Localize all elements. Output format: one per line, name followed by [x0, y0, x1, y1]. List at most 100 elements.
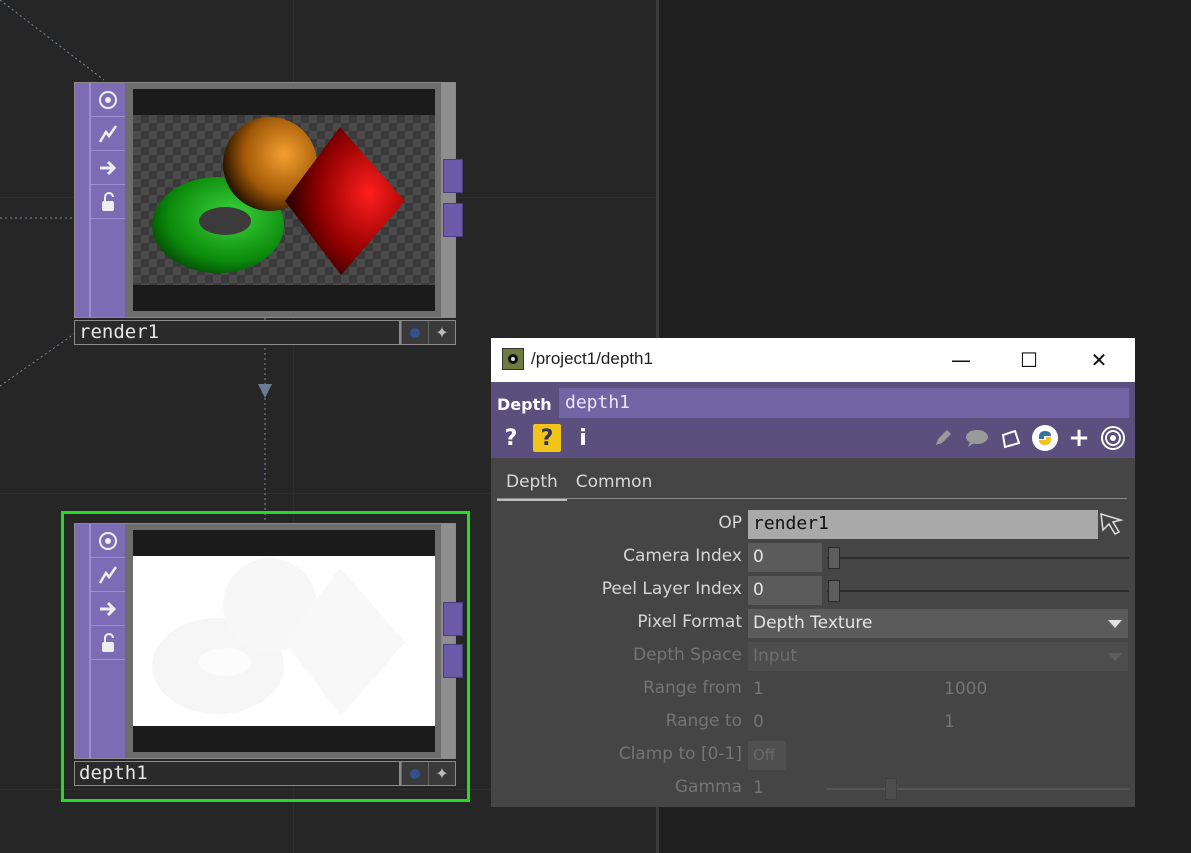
output-connector[interactable] [443, 203, 463, 237]
chevron-down-icon [1108, 620, 1122, 628]
param-label: Camera Index [623, 546, 742, 566]
minimize-icon: — [951, 348, 971, 372]
operator-header: Depth depth1 ? ? i + [491, 382, 1135, 458]
gamma-field[interactable]: 1 [748, 774, 822, 803]
slider-handle[interactable] [885, 778, 897, 800]
minimize-button[interactable]: — [927, 338, 995, 382]
node-buttons: ✦ [400, 761, 456, 786]
bypass-icon[interactable] [91, 558, 125, 592]
python-icon[interactable] [1031, 424, 1059, 452]
python-help-icon[interactable]: ? [533, 424, 561, 452]
render-preview [152, 117, 405, 275]
tab-depth[interactable]: Depth [497, 470, 567, 501]
node-dot-button[interactable] [401, 762, 428, 785]
cook-icon[interactable] [91, 151, 125, 185]
param-pixel-format: Pixel Format Depth Texture [491, 607, 1135, 638]
tab-common[interactable]: Common [567, 470, 662, 498]
param-depth-space: Depth Space Input [491, 640, 1135, 671]
circle-icon [410, 327, 420, 338]
node-name[interactable]: depth1 [74, 761, 400, 786]
dropdown-value: Depth Texture [753, 613, 873, 633]
param-label: Pixel Format [637, 612, 742, 632]
param-op: OP render1 [491, 508, 1135, 539]
node-flags [75, 524, 125, 758]
node-render1[interactable]: render1 ✦ [74, 82, 463, 348]
depth-space-dropdown[interactable]: Input [748, 642, 1128, 671]
target-icon[interactable] [1099, 424, 1127, 452]
camera-index-field[interactable]: 0 [748, 543, 822, 572]
edit-icon[interactable] [929, 424, 957, 452]
viewer-icon[interactable] [91, 524, 125, 558]
range-from-field-1[interactable]: 1 [748, 675, 928, 704]
maximize-icon: ☐ [1020, 348, 1038, 372]
param-clamp: Clamp to [0-1] Off [491, 739, 1135, 770]
param-range-from: Range from 1 1000 [491, 673, 1135, 703]
lock-icon[interactable] [91, 626, 125, 660]
param-range-to: Range to 0 1 [491, 706, 1135, 736]
camera-index-slider[interactable] [827, 557, 1129, 559]
range-to-field-2[interactable]: 1 [939, 708, 1119, 737]
window-titlebar[interactable]: /project1/depth1 — ☐ ✕ [491, 338, 1135, 382]
output-connector[interactable] [443, 159, 463, 193]
operator-name-field[interactable]: depth1 [559, 388, 1129, 418]
param-peel-layer-index: Peel Layer Index 0 [491, 574, 1135, 605]
info-icon[interactable]: i [569, 424, 597, 452]
node-frame [74, 523, 463, 759]
output-connector[interactable] [443, 644, 463, 678]
parameter-tabs: Depth Common [497, 470, 661, 501]
slider-handle[interactable] [828, 580, 840, 602]
chevron-down-icon [1108, 653, 1122, 661]
tab-divider [497, 498, 1127, 499]
viewer-icon[interactable] [91, 83, 125, 117]
slider-handle[interactable] [828, 547, 840, 569]
node-output-connectors [441, 83, 463, 317]
render1-viewer[interactable] [133, 89, 435, 311]
clamp-toggle[interactable]: Off [748, 741, 786, 770]
lock-icon[interactable] [91, 185, 125, 219]
cook-icon[interactable] [91, 592, 125, 626]
operator-right-icons: + [929, 423, 1127, 453]
node-dot-button[interactable] [401, 321, 428, 344]
node-buttons: ✦ [400, 320, 456, 345]
comment-icon[interactable] [963, 424, 991, 452]
pixel-format-dropdown[interactable]: Depth Texture [748, 609, 1128, 638]
depth1-viewer[interactable] [133, 530, 435, 752]
parameter-window: /project1/depth1 — ☐ ✕ Depth depth1 ? ? … [491, 338, 1135, 807]
close-button[interactable]: ✕ [1065, 338, 1133, 382]
drag-link-icon[interactable] [1099, 512, 1129, 536]
param-label: Peel Layer Index [601, 579, 742, 599]
range-to-field-1[interactable]: 0 [748, 708, 928, 737]
param-label: OP [718, 513, 742, 533]
maximize-button[interactable]: ☐ [995, 338, 1063, 382]
param-label: Range from [643, 678, 742, 698]
range-from-field-2[interactable]: 1000 [939, 675, 1119, 704]
node-depth1[interactable]: depth1 ✦ [74, 523, 463, 789]
op-field[interactable]: render1 [748, 510, 1098, 539]
dropdown-value: Input [753, 646, 798, 666]
param-label: Clamp to [0-1] [618, 744, 742, 764]
bypass-icon[interactable] [91, 117, 125, 151]
node-plus-button[interactable]: ✦ [428, 321, 455, 344]
help-icon[interactable]: ? [497, 424, 525, 452]
param-label: Gamma [674, 777, 742, 797]
node-flags [75, 83, 125, 317]
peel-layer-index-field[interactable]: 0 [748, 576, 822, 605]
wire-arrow-icon [258, 384, 272, 398]
peel-layer-slider[interactable] [827, 590, 1129, 592]
param-label: Range to [665, 711, 742, 731]
node-name[interactable]: render1 [74, 320, 400, 345]
param-gamma: Gamma 1 [491, 772, 1135, 802]
output-connector[interactable] [443, 602, 463, 636]
node-plus-button[interactable]: ✦ [428, 762, 455, 785]
depth-preview [133, 556, 435, 726]
gamma-slider[interactable] [827, 788, 1129, 790]
operator-app-icon [502, 348, 524, 370]
node-frame [74, 82, 463, 318]
node-output-connectors [441, 524, 463, 758]
param-camera-index: Camera Index 0 [491, 541, 1135, 572]
window-title: /project1/depth1 [531, 349, 653, 368]
clipboard-icon[interactable] [997, 424, 1025, 452]
sparkle-icon: ✦ [435, 764, 449, 783]
plus-icon[interactable]: + [1065, 423, 1093, 453]
param-label: Depth Space [633, 645, 742, 665]
